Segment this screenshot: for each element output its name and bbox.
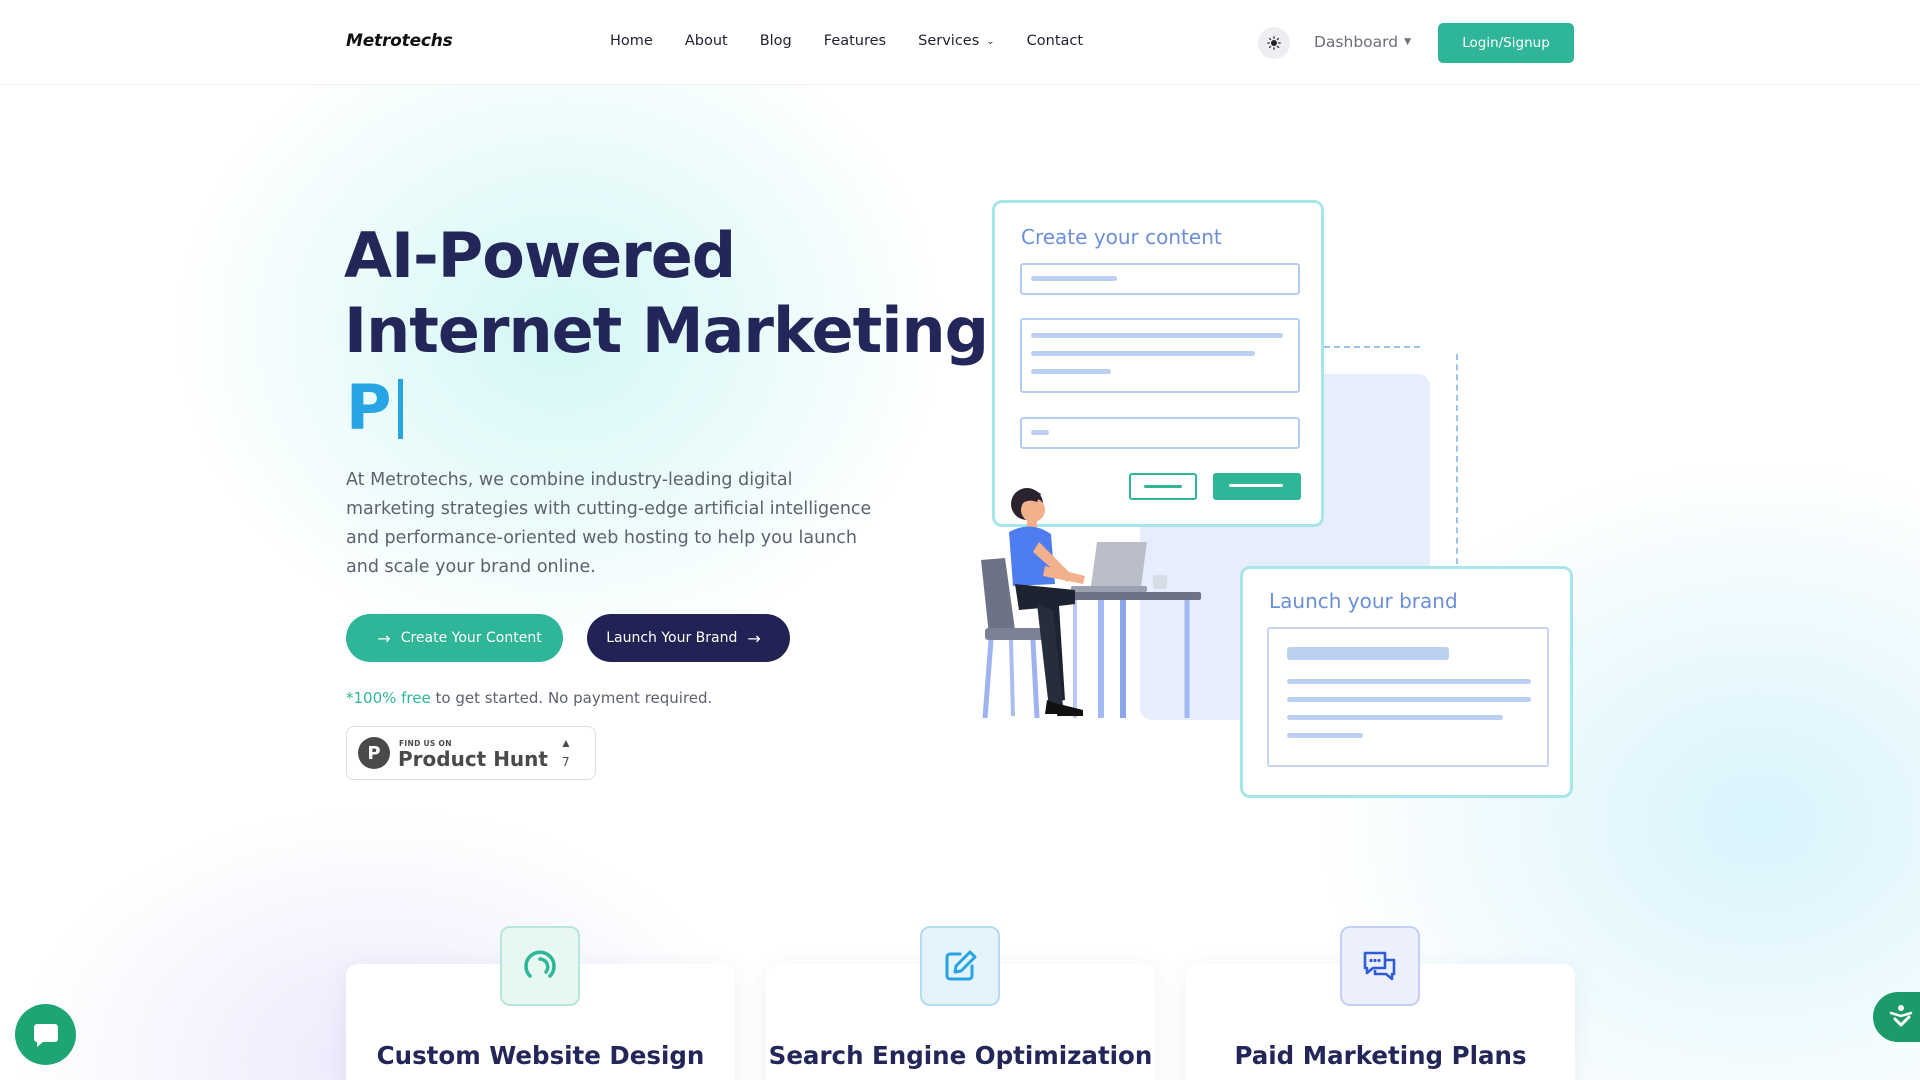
arrow-right-icon: → (377, 628, 391, 648)
caret-down-icon: ▼ (1404, 37, 1412, 47)
mock-heading-bar (1287, 647, 1449, 660)
typing-cursor (398, 379, 403, 439)
free-rest: to get started. No payment required. (430, 689, 713, 707)
mock-text-bar (1287, 697, 1531, 702)
feature-icon-box (920, 926, 1000, 1006)
mock-text-bar (1031, 351, 1255, 356)
product-hunt-logo: P (358, 737, 390, 769)
create-content-button[interactable]: → Create Your Content (346, 614, 563, 662)
nav-features[interactable]: Features (824, 33, 886, 49)
top-navbar: Metrotechs Home About Blog Features Serv… (0, 0, 1920, 85)
free-highlight: *100% free (346, 689, 431, 707)
launch-brand-label: Launch Your Brand (606, 630, 738, 646)
accessibility-icon (1889, 1005, 1913, 1027)
create-content-card: Create your content (992, 200, 1324, 527)
mock-input (1020, 417, 1300, 449)
launch-card-title: Launch your brand (1269, 589, 1458, 613)
hero-title-line2: Internet Marketing (344, 294, 989, 367)
nav-blog-label: Blog (759, 33, 792, 49)
nav-home[interactable]: Home (610, 33, 653, 49)
nav-about[interactable]: About (685, 33, 728, 49)
mock-text-bar (1031, 369, 1111, 374)
mock-text-bar (1031, 276, 1117, 281)
dashboard-dropdown[interactable]: Dashboard ▼ (1314, 33, 1411, 51)
hero-illustration: Create your content Launch your brand (960, 190, 1580, 810)
hero-typed-text: P (346, 371, 392, 444)
chat-widget-button[interactable] (15, 1004, 76, 1065)
create-content-label: Create Your Content (400, 630, 542, 646)
arrow-right-icon: → (747, 628, 761, 648)
gauge-icon (524, 950, 556, 978)
nav-services[interactable]: Services ⌄ (918, 33, 995, 49)
nav-features-label: Features (823, 33, 887, 49)
mock-text-bar (1287, 715, 1503, 720)
login-signup-button[interactable]: Login/Signup (1438, 23, 1574, 63)
feature-title: Paid Marketing Plans (1234, 1041, 1527, 1070)
hero-title: AI-Powered Internet Marketing (344, 218, 989, 368)
chat-icon (1363, 951, 1396, 981)
chat-bubble-icon (33, 1023, 58, 1047)
feature-title: Search Engine Optimization (768, 1041, 1153, 1070)
free-note: *100% free to get started. No payment re… (346, 689, 712, 707)
launch-brand-card: Launch your brand (1240, 566, 1573, 798)
launch-brand-button[interactable]: Launch Your Brand → (587, 614, 790, 662)
chevron-down-icon: ⌄ (986, 35, 995, 47)
edit-icon (945, 950, 977, 981)
mock-button-filled (1213, 473, 1301, 500)
feature-title: Custom Website Design (376, 1041, 705, 1070)
product-hunt-votes: 7 (562, 755, 570, 769)
nav-services-label: Services (918, 33, 980, 49)
mock-content-box (1267, 627, 1549, 767)
theme-toggle-button[interactable] (1258, 27, 1290, 59)
mock-text-bar (1031, 430, 1049, 435)
hero-description: At Metrotechs, we combine industry-leadi… (346, 470, 872, 577)
nav-about-label: About (684, 33, 728, 49)
nav-contact-label: Contact (1026, 33, 1084, 49)
dashboard-label: Dashboard (1314, 33, 1399, 51)
connector-line-vertical (1456, 354, 1458, 564)
connector-line (1324, 346, 1420, 348)
feature-icon-box (500, 926, 580, 1006)
sun-icon (1267, 36, 1281, 50)
nav-blog[interactable]: Blog (760, 33, 792, 49)
upvote-icon: ▲ (560, 736, 572, 750)
create-card-title: Create your content (1021, 225, 1222, 249)
mock-text-bar (1031, 333, 1283, 338)
feature-icon-box (1340, 926, 1420, 1006)
mock-text-bar (1287, 679, 1531, 684)
woman-at-desk-illustration (981, 488, 1201, 719)
hero-title-line1: AI-Powered (344, 219, 736, 292)
nav-contact[interactable]: Contact (1027, 33, 1083, 49)
nav-home-label: Home (610, 33, 653, 49)
main-nav: Home About Blog Features Services ⌄ Conta… (610, 33, 1115, 49)
product-hunt-name: Product Hunt (398, 747, 548, 771)
product-hunt-badge[interactable]: P FIND US ON Product Hunt ▲ 7 (346, 726, 596, 780)
mock-text-bar (1287, 733, 1363, 738)
accessibility-widget-button[interactable] (1873, 992, 1920, 1042)
brand-logo[interactable]: Metrotechs (346, 31, 453, 51)
